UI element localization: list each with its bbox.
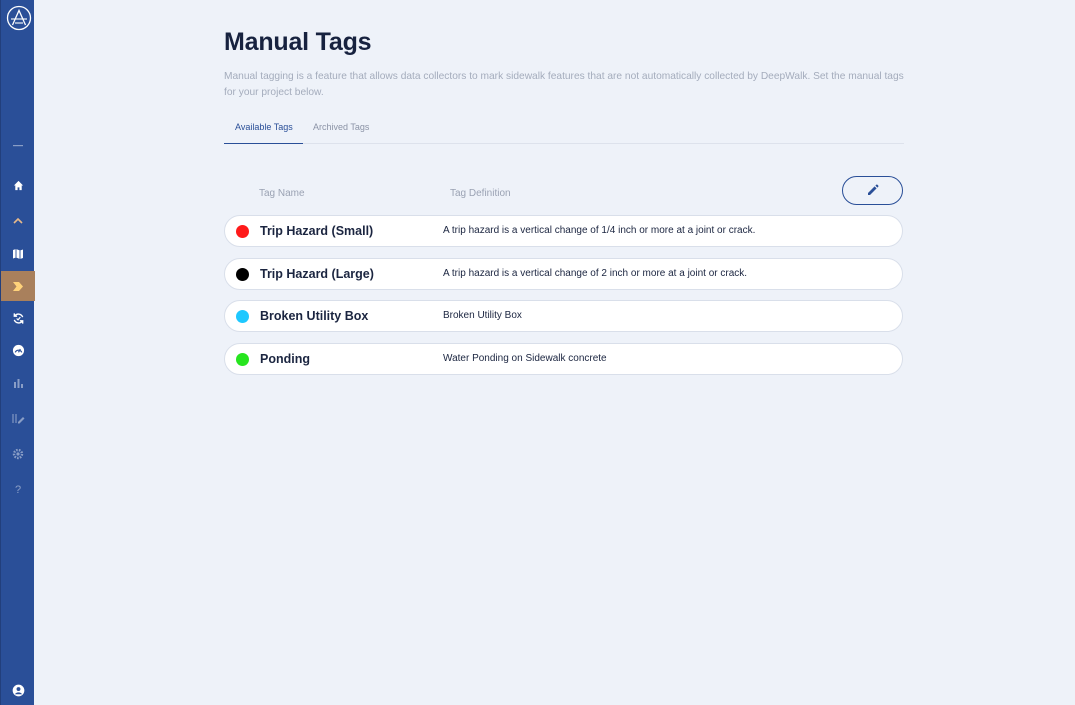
page-description: Manual tagging is a feature that allows … — [224, 71, 904, 98]
sidebar-item-sync[interactable] — [1, 308, 35, 328]
sidebar-item-collapse[interactable] — [1, 210, 35, 230]
sidebar-item-gauge[interactable] — [1, 340, 35, 360]
sidebar-item-manual-tags[interactable] — [1, 271, 35, 301]
sidebar-item-list-edit[interactable] — [1, 408, 35, 428]
tag-icon — [13, 281, 23, 291]
sidebar-item-map[interactable] — [1, 244, 35, 264]
tag-name: Trip Hazard (Small) — [260, 224, 374, 238]
tag-name: Broken Utility Box — [260, 309, 369, 323]
sidebar: ? — [0, 0, 35, 705]
edit-tags-button[interactable] — [842, 176, 903, 205]
pencil-icon — [868, 184, 879, 195]
tag-definition: Broken Utility Box — [443, 310, 522, 321]
tag-definition: A trip hazard is a vertical change of 1/… — [443, 225, 756, 236]
sidebar-divider — [1, 136, 35, 156]
page-title: Manual Tags — [224, 28, 372, 56]
tag-color-dot — [236, 353, 249, 366]
tag-tabs: Available Tags Archived Tags — [224, 117, 904, 144]
tab-archived-tags[interactable]: Archived Tags — [313, 117, 369, 144]
tag-row[interactable]: Ponding Water Ponding on Sidewalk concre… — [224, 343, 903, 375]
tag-definition: Water Ponding on Sidewalk concrete — [443, 353, 607, 364]
sidebar-item-help[interactable]: ? — [1, 480, 35, 500]
list-edit-icon — [11, 413, 24, 423]
column-header-tag-definition: Tag Definition — [450, 188, 511, 199]
tag-color-dot — [236, 268, 249, 281]
sidebar-item-analytics[interactable] — [1, 373, 35, 393]
app-logo[interactable] — [6, 5, 32, 31]
tag-color-dot — [236, 225, 249, 238]
help-icon: ? — [14, 484, 22, 496]
tab-available-tags[interactable]: Available Tags — [224, 117, 303, 144]
bar-chart-icon — [13, 379, 23, 388]
tag-name: Trip Hazard (Large) — [260, 267, 374, 281]
sync-icon — [13, 312, 23, 324]
gauge-icon — [12, 344, 24, 356]
home-icon — [13, 180, 23, 190]
tag-definition: A trip hazard is a vertical change of 2 … — [443, 268, 748, 279]
chevron-up-icon — [13, 217, 23, 224]
sidebar-item-home[interactable] — [1, 175, 35, 195]
user-icon — [12, 684, 24, 696]
column-header-tag-name: Tag Name — [259, 188, 305, 199]
tag-row[interactable]: Trip Hazard (Small) A trip hazard is a v… — [224, 215, 903, 247]
map-icon — [13, 249, 23, 259]
tag-color-dot — [236, 310, 249, 323]
settings-icon — [12, 448, 24, 460]
sidebar-item-profile[interactable] — [1, 680, 35, 700]
sidebar-item-settings[interactable] — [1, 444, 35, 464]
tag-row[interactable]: Trip Hazard (Large) A trip hazard is a v… — [224, 258, 903, 290]
tag-name: Ponding — [260, 352, 310, 366]
tag-row[interactable]: Broken Utility Box Broken Utility Box — [224, 300, 903, 332]
